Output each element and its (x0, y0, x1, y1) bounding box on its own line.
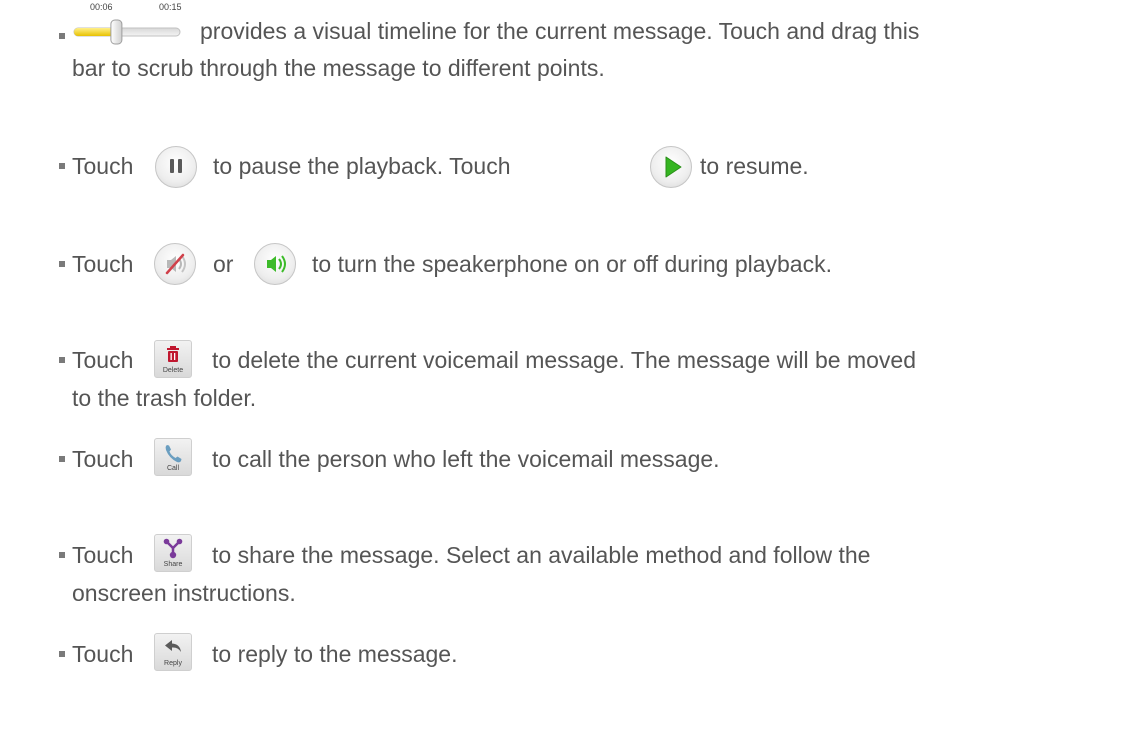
bullet (59, 651, 65, 657)
bullet (59, 552, 65, 558)
item-5-prefix: Touch (72, 446, 134, 472)
item-6-prefix: Touch (72, 542, 134, 568)
bullet (59, 163, 65, 169)
item-3-mid-text: or (213, 251, 234, 277)
item-1-text-line-1: provides a visual timeline for the curre… (200, 18, 920, 44)
item-4-text-line-1: to delete the current voicemail message.… (212, 347, 916, 373)
speaker-off-icon (154, 243, 196, 285)
item-4-text-line-2: to the trash folder. (72, 385, 257, 411)
pause-icon (155, 146, 197, 188)
playback-slider-icon: 00:06 00:15 (72, 2, 182, 46)
share-icon-caption: Share (163, 561, 183, 568)
slider-thumb (110, 19, 123, 45)
call-icon: Call (154, 438, 192, 476)
bullet (59, 33, 65, 39)
slider-fill (74, 28, 117, 36)
item-4-prefix: Touch (72, 347, 134, 373)
item-7-text: to reply to the message. (212, 641, 458, 667)
item-1-text-line-2: bar to scrub through the message to diff… (72, 55, 605, 81)
item-3-suffix: to turn the speakerphone on or off durin… (312, 251, 832, 277)
bullet (59, 261, 65, 267)
speaker-on-icon (254, 243, 296, 285)
reply-icon-caption: Reply (164, 660, 182, 667)
item-2-suffix: to resume. (700, 153, 809, 179)
item-2-mid-text: to pause the playback. Touch (213, 153, 511, 179)
delete-icon-caption: Delete (162, 367, 184, 374)
share-icon: Share (154, 534, 192, 572)
bullet (59, 357, 65, 363)
item-3-prefix: Touch (72, 251, 134, 277)
reply-icon: Reply (154, 633, 192, 671)
call-icon-caption: Call (166, 465, 180, 472)
item-6-text-line-2: onscreen instructions. (72, 580, 296, 606)
item-2-prefix: Touch (72, 153, 134, 179)
item-6-text-line-1: to share the message. Select an availabl… (212, 542, 871, 568)
item-7-prefix: Touch (72, 641, 134, 667)
play-icon (650, 146, 692, 188)
delete-icon: Delete (154, 340, 192, 378)
item-5-text: to call the person who left the voicemai… (212, 446, 720, 472)
bullet (59, 456, 65, 462)
